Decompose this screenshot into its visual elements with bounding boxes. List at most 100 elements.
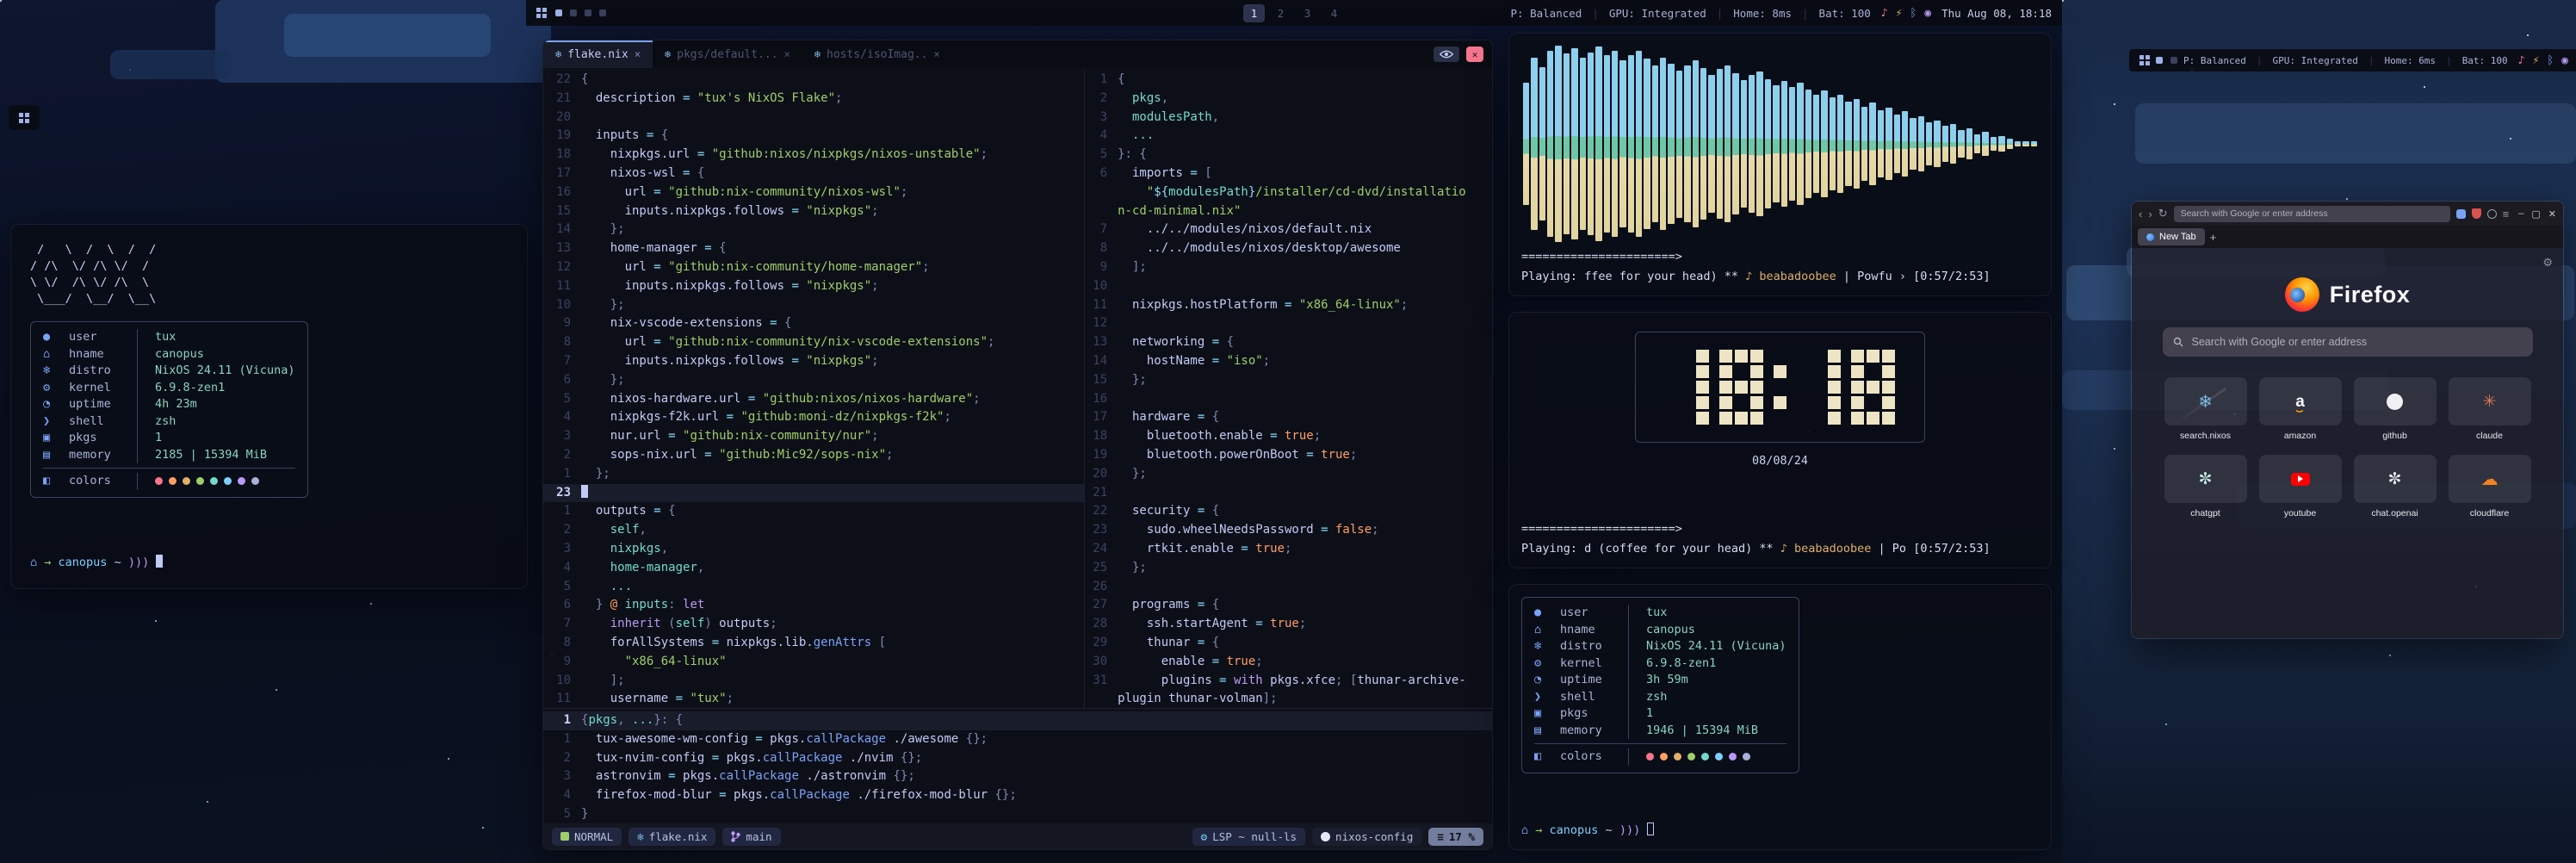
clock-cell [1719,365,1732,378]
visualizer-window[interactable]: ======================> Playing: ffee fo… [1508,33,2052,296]
line-number: 26 [1085,578,1118,597]
launcher-icon[interactable] [536,8,547,18]
editor-tab-hosts-isoImag-[interactable]: ❄hosts/isoImag..× [802,40,952,68]
back-button[interactable]: ‹ [2139,208,2142,220]
clock-cell [1665,412,1678,425]
tab-close-icon[interactable]: × [635,48,641,60]
account-icon[interactable] [2487,209,2497,219]
gear-icon[interactable]: ⚙ [2542,256,2553,270]
terminal-window[interactable]: / \ / \ / / / /\ \/ /\ \/ / \ \/ /\ \/ /… [10,224,528,589]
extensions-icon[interactable] [2456,209,2466,219]
visualizer-bar [1958,130,1964,158]
network-icon[interactable]: ⚡ [2533,54,2540,67]
system-tray[interactable]: ♪ ⚡ ᛒ ◉ [1881,7,1931,20]
launcher-icon[interactable] [19,113,29,123]
tag-icons[interactable] [2156,57,2177,64]
shortcut-search-nixos[interactable]: ❄search.nixos [2164,377,2247,441]
tag-icon[interactable] [555,9,562,16]
tag-icon[interactable] [570,9,577,16]
close-button[interactable]: ✕ [2548,208,2556,220]
code-line: 22{ [543,71,1084,90]
status-divider: | [1717,7,1724,20]
clock-cell [1882,396,1895,409]
code-text: inputs.nixpkgs.follows = "nixpkgs"; [581,352,879,371]
forward-button[interactable]: › [2148,208,2152,220]
editor-pane-iso[interactable]: 1{2 pkgs,3 modulesPath,4 ...5}: {6 impor… [1084,71,1492,708]
minimize-button[interactable]: – [2518,208,2523,220]
bluetooth-icon[interactable]: ᛒ [1910,7,1917,20]
firefox-window[interactable]: ‹ › ↻ ≡ – ▢ ✕ New Tab + ⚙ Fir [2131,201,2564,639]
search-input[interactable] [2163,327,2533,357]
tag-icons[interactable] [555,9,606,16]
user-icon: ● [1534,605,1557,622]
url-bar[interactable] [2174,206,2450,222]
tag-icon[interactable] [585,9,591,16]
fetch-window[interactable]: ●usertux⌂hnamecanopus❄distroNixOS 24.11 … [1508,584,2052,850]
tty-clock [1635,332,1925,443]
shortcut-cloudflare[interactable]: ☁cloudflare [2449,455,2531,518]
code-line: 11 inputs.nixpkgs.follows = "nixpkgs"; [543,277,1084,296]
volume-icon[interactable]: ♪ [2518,54,2525,67]
mini-bar[interactable] [9,105,40,130]
bluetooth-icon[interactable]: ᛒ [2547,54,2554,67]
ascii-logo: / \ / \ / / / /\ \/ /\ \/ / \ \/ /\ \/ /… [30,242,508,307]
code-text: inputs.nixpkgs.follows = "nixpkgs"; [581,277,879,296]
adblock-icon[interactable] [2472,208,2481,219]
launcher-icon[interactable] [2139,55,2150,65]
visualizer-bar [1652,65,1658,222]
stars-decor [2062,0,2064,2]
code-text: inherit (self) outputs; [581,615,777,634]
info-value: 4h 23m [148,396,295,413]
shortcut-youtube[interactable]: youtube [2259,455,2342,518]
editor-tab-pkgs-default-[interactable]: ❄pkgs/default...× [653,40,802,68]
power-icon[interactable]: ◉ [2561,54,2568,67]
workspace-tag-3[interactable]: 3 [1297,4,1318,22]
visualizer-bar [1821,90,1827,196]
shortcut-chat-openai[interactable]: ✼chat.openai [2354,455,2437,518]
shortcut-github[interactable]: github [2354,377,2437,441]
editor-pane-flake[interactable]: 22{21 description = "tux's NixOS Flake";… [543,71,1084,708]
info-label: shell [69,413,138,431]
shortcut-card [2259,455,2342,503]
now-playing-segment: | Powfu › [1836,270,1913,283]
line-number: 12 [1085,314,1118,333]
tab-close-icon[interactable]: × [784,48,790,60]
workspace-tag-4[interactable]: 4 [1323,4,1345,22]
shortcut-label: amazon [2284,431,2316,441]
visualizer-bar [1612,51,1618,238]
tag-icon[interactable] [599,9,606,16]
code-line: 6 }; [543,371,1084,390]
system-tray[interactable]: ♪ ⚡ ᛒ ◉ [2518,54,2568,67]
tab-close-icon[interactable]: × [933,48,939,60]
editor-tabs[interactable]: ❄flake.nix×❄pkgs/default...×❄hosts/isoIm… [543,40,952,68]
line-number: 16 [1085,390,1118,409]
close-buffer-button[interactable]: ✕ [1466,47,1483,62]
editor-tab-flake-nix[interactable]: ❄flake.nix× [543,40,653,68]
visualizer-bar [1861,107,1867,182]
shortcut-claude[interactable]: ✳claude [2449,377,2531,441]
power-icon[interactable]: ◉ [1924,7,1931,20]
workspace-tag-2[interactable]: 2 [1270,4,1291,22]
shortcut-chatgpt[interactable]: ✼chatgpt [2164,455,2247,518]
refresh-button[interactable]: ↻ [2158,207,2168,220]
tag-icon[interactable] [2170,57,2177,64]
workspace-tag-1[interactable]: 1 [1243,4,1265,22]
network-icon[interactable]: ⚡ [1896,7,1903,20]
neovim-window[interactable]: ❄flake.nix×❄pkgs/default...×❄hosts/isoIm… [542,40,1493,850]
new-tab-button[interactable]: + [2210,231,2217,244]
clock-window[interactable]: 08/08/24 ======================> Playing… [1508,312,2052,568]
shortcut-amazon[interactable]: a⌣amazon [2259,377,2342,441]
editor-pane-pkgs[interactable]: 1{pkgs, ...}: {1 tux-awesome-wm-config =… [543,708,1492,823]
code-line: 7 ../../modules/nixos/default.nix [1085,220,1492,239]
shell-prompt[interactable]: ⌂ → canopus ~ ))) [1521,823,2039,840]
menu-icon[interactable]: ≡ [2503,208,2510,220]
shell-prompt[interactable]: ⌂ → canopus ~ ))) [30,555,508,572]
toggle-visibility-button[interactable] [1434,47,1459,62]
maximize-button[interactable]: ▢ [2531,208,2540,220]
volume-icon[interactable]: ♪ [1881,7,1888,20]
tag-icon[interactable] [2156,57,2163,64]
visualizer-bar [1991,137,1997,151]
tab-new-tab[interactable]: New Tab [2138,228,2205,245]
workspace-switcher[interactable]: 1234 [1243,4,1345,22]
visualizer-bar [1547,51,1553,238]
